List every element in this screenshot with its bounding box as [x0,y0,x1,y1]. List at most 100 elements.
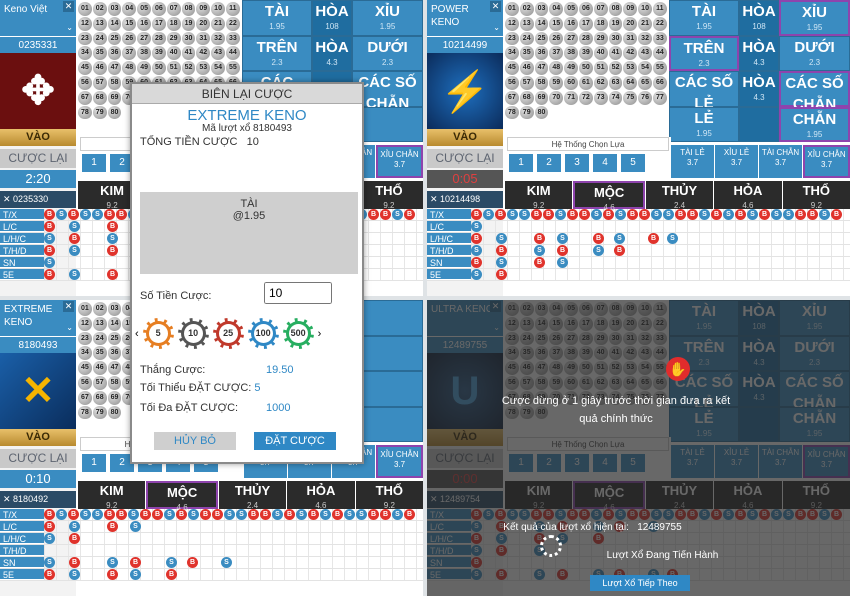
chevron-down-icon[interactable]: ⌄ [66,321,73,334]
number-ball[interactable]: 18 [166,16,181,31]
number-ball[interactable]: 34 [78,46,92,61]
number-ball[interactable]: 32 [638,31,652,46]
chevron-down-icon[interactable]: ⌄ [493,21,500,34]
number-ball[interactable]: 31 [196,31,211,46]
chip-5[interactable]: 5 [142,318,174,349]
number-ball[interactable]: 61 [578,75,593,90]
enter-button[interactable]: VÀO [0,129,76,146]
number-ball[interactable]: 16 [137,16,151,31]
number-ball[interactable]: 28 [151,31,166,46]
number-ball[interactable]: 02 [92,302,107,316]
number-ball[interactable]: 48 [549,61,564,75]
number-ball[interactable]: 19 [181,16,196,31]
number-ball[interactable]: 46 [92,61,107,75]
chip-25[interactable]: 25 [212,318,244,349]
number-ball[interactable]: 26 [122,31,137,46]
number-ball[interactable]: 66 [652,75,667,90]
bet-option[interactable]: DƯỚI2.3 [352,35,423,72]
number-ball[interactable]: 19 [608,16,623,31]
number-ball[interactable]: 12 [78,16,92,31]
number-ball[interactable]: 55 [652,61,667,75]
number-ball[interactable]: 49 [137,61,151,75]
number-ball[interactable]: 29 [166,31,181,46]
element-bet[interactable]: KIM9.2 [505,181,573,210]
number-ball[interactable]: 03 [534,2,549,16]
number-ball[interactable]: 76 [638,90,652,105]
bet-option[interactable]: HÒA108 [312,0,352,36]
chevron-down-icon[interactable]: ⌄ [66,21,73,34]
number-ball[interactable]: 02 [92,2,107,16]
number-ball[interactable]: 14 [107,16,122,31]
close-icon[interactable]: ✕ [490,1,501,12]
bet-option[interactable]: HÒA4.3 [739,35,779,72]
number-ball[interactable]: 55 [225,61,240,75]
number-ball[interactable]: 31 [623,31,638,46]
number-ball[interactable]: 25 [107,31,122,46]
number-ball[interactable]: 06 [578,2,593,16]
bet-option[interactable]: XỈU1.95 [352,0,423,36]
number-ball[interactable]: 34 [78,346,92,361]
combo-bet[interactable]: XỈU CHẴN3.7 [803,145,850,178]
number-ball[interactable]: 10 [638,2,652,16]
number-ball[interactable]: 23 [78,331,92,346]
number-ball[interactable]: 34 [505,46,519,61]
number-ball[interactable]: 53 [196,61,211,75]
number-ball[interactable]: 11 [652,2,667,16]
number-ball[interactable]: 18 [593,16,608,31]
number-ball[interactable]: 42 [196,46,211,61]
number-ball[interactable]: 01 [78,302,92,316]
number-ball[interactable]: 13 [519,16,534,31]
number-ball[interactable]: 16 [564,16,578,31]
number-ball[interactable]: 43 [211,46,225,61]
number-ball[interactable]: 46 [92,361,107,375]
selection-button[interactable]: 3 [565,154,589,172]
enter-button[interactable]: VÀO [0,429,76,446]
bet-option[interactable]: HÒA4.3 [312,35,352,72]
number-ball[interactable]: 05 [137,2,151,16]
number-ball[interactable]: 78 [505,105,519,120]
number-ball[interactable]: 36 [107,346,122,361]
bet-option[interactable] [739,106,779,143]
bet-option[interactable]: XỈU1.95 [779,0,850,36]
bet-option[interactable]: DƯỚI2.3 [779,35,850,72]
number-ball[interactable]: 35 [519,46,534,61]
number-ball[interactable]: 24 [519,31,534,46]
number-ball[interactable]: 07 [166,2,181,16]
number-ball[interactable]: 36 [534,46,549,61]
number-ball[interactable]: 80 [534,105,549,120]
number-ball[interactable]: 12 [505,16,519,31]
combo-bet[interactable]: TÀI LẺ3.7 [671,145,714,178]
number-ball[interactable]: 37 [549,46,564,61]
number-ball[interactable]: 51 [166,61,181,75]
element-bet[interactable]: THỔ9.2 [354,181,423,210]
number-ball[interactable]: 08 [608,2,623,16]
number-ball[interactable]: 40 [593,46,608,61]
chip-500[interactable]: 500 [282,318,314,349]
bet-option[interactable]: CÁC SỐ LẺ2.3 [669,71,739,123]
number-ball[interactable]: 33 [652,31,667,46]
number-ball[interactable]: 73 [593,90,608,105]
number-ball[interactable]: 57 [92,375,107,390]
number-ball[interactable]: 10 [211,2,225,16]
number-ball[interactable]: 21 [211,16,225,31]
rebet-button[interactable]: CƯỢC LẠI [0,149,76,168]
number-ball[interactable]: 56 [78,375,92,390]
confirm-bet-button[interactable]: ĐẶT CƯỢC [254,432,336,450]
number-ball[interactable]: 06 [151,2,166,16]
number-ball[interactable]: 13 [92,316,107,331]
number-ball[interactable]: 01 [505,2,519,16]
number-ball[interactable]: 20 [196,16,211,31]
number-ball[interactable]: 23 [505,31,519,46]
game-name[interactable]: POWER KENO ✕ ⌄ [427,0,503,36]
number-ball[interactable]: 48 [122,61,137,75]
number-ball[interactable]: 65 [638,75,652,90]
number-ball[interactable]: 77 [652,90,667,105]
number-ball[interactable]: 09 [196,2,211,16]
number-ball[interactable]: 41 [181,46,196,61]
rebet-button[interactable]: CƯỢC LẠI [427,149,503,168]
number-ball[interactable]: 24 [92,331,107,346]
number-ball[interactable]: 22 [225,16,240,31]
number-ball[interactable]: 54 [211,61,225,75]
chip-10[interactable]: 10 [177,318,209,349]
number-ball[interactable]: 80 [107,105,122,120]
